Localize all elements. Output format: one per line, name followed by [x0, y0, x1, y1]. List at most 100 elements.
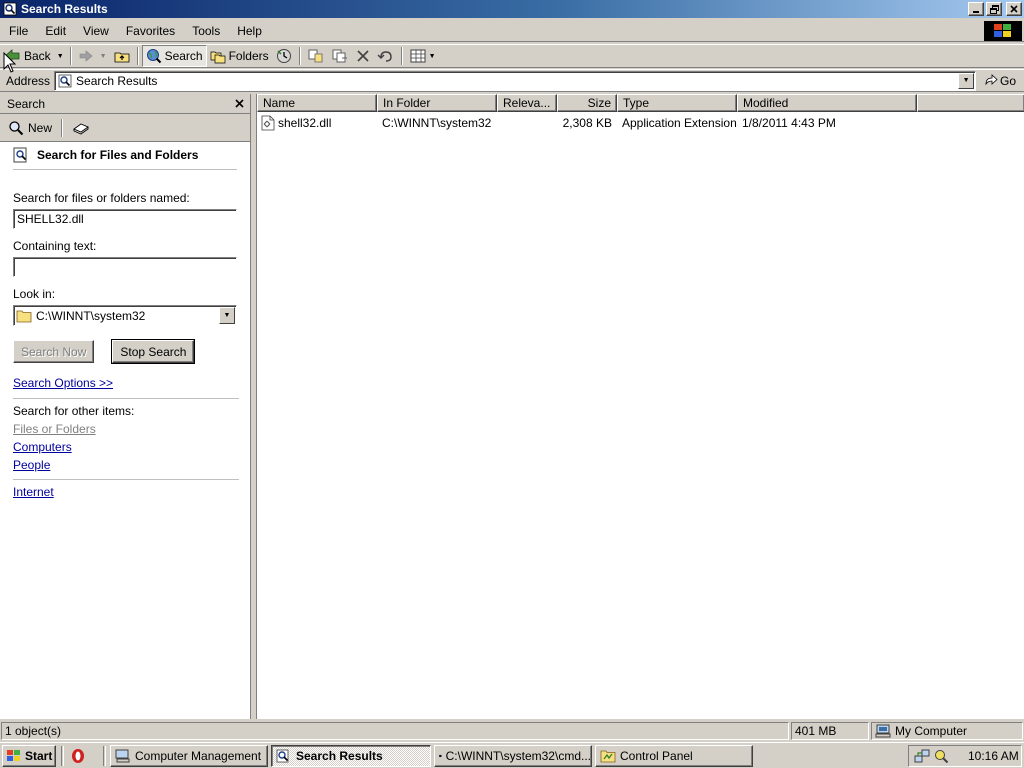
views-dropdown-icon: ▼	[428, 52, 436, 60]
history-icon	[276, 49, 291, 63]
quicklaunch-grip	[61, 745, 64, 766]
internet-link[interactable]: Internet	[13, 485, 54, 499]
title-bar[interactable]: Search Results	[0, 0, 1024, 18]
lookin-select[interactable]: C:\WINNT\system32 ▼	[13, 305, 237, 326]
standard-toolbar: Back ▼ ▼ Search Folders ▼	[0, 44, 1024, 68]
forward-button[interactable]	[75, 45, 97, 67]
containing-text-input[interactable]	[13, 257, 237, 277]
lookin-dropdown-button[interactable]: ▼	[219, 307, 235, 324]
task-label: Control Panel	[620, 748, 693, 763]
named-label: Search for files or folders named:	[13, 191, 190, 205]
task-label: C:\WINNT\system32\cmd...	[445, 748, 591, 763]
address-dropdown-button[interactable]: ▼	[958, 72, 975, 89]
move-to-icon	[308, 49, 323, 63]
clock[interactable]: 10:16 AM	[968, 749, 1019, 763]
undo-icon	[377, 51, 392, 62]
up-folder-icon	[114, 52, 129, 63]
folders-label: Folders	[228, 49, 269, 63]
minimize-button[interactable]	[968, 2, 984, 16]
task-label: Search Results	[296, 748, 383, 763]
search-now-button[interactable]: Search Now	[13, 340, 95, 363]
column-name[interactable]: Name	[257, 94, 377, 112]
search-help-button[interactable]	[69, 117, 93, 139]
search-options-link[interactable]: Search Options >>	[13, 376, 113, 390]
status-zone: My Computer	[871, 722, 1023, 740]
close-pane-button[interactable]	[235, 96, 244, 111]
search-tray-icon[interactable]	[933, 748, 949, 764]
folders-button[interactable]: Folders	[207, 45, 272, 67]
divider	[13, 398, 239, 399]
task-computer-management[interactable]: Computer Management	[110, 744, 268, 767]
forward-arrow-icon	[79, 50, 93, 62]
minimize-icon	[973, 11, 979, 13]
views-button[interactable]: ▼	[406, 45, 439, 67]
search-pane: Search New Search for Files and Folders …	[0, 94, 251, 719]
close-button[interactable]	[1006, 2, 1022, 16]
toolbar-separator	[61, 118, 64, 137]
menu-file[interactable]: File	[0, 20, 36, 42]
views-grid-icon	[410, 49, 426, 63]
copy-to-button[interactable]	[328, 45, 352, 67]
column-headers: Name In Folder Releva... Size Type Modif…	[257, 94, 1024, 112]
other-items-label: Search for other items:	[13, 404, 135, 418]
menu-edit[interactable]: Edit	[36, 20, 74, 42]
folders-icon	[210, 51, 225, 64]
search-heading-text: Search for Files and Folders	[37, 148, 199, 162]
new-label: New	[28, 120, 53, 135]
column-size[interactable]: Size	[557, 94, 617, 112]
search-globe-icon	[146, 49, 161, 64]
go-button[interactable]: Go	[984, 74, 1016, 88]
forward-dropdown-icon[interactable]: ▼	[100, 53, 107, 60]
quicklaunch-opera-button[interactable]	[67, 745, 89, 767]
status-objects: 1 object(s)	[1, 722, 789, 740]
search-pane-toolbar: New	[0, 114, 250, 142]
filename-input[interactable]: SHELL32.dll	[13, 209, 237, 229]
column-modified[interactable]: Modified	[737, 94, 917, 112]
task-label: Computer Management	[135, 748, 262, 763]
new-search-button[interactable]: New	[5, 117, 55, 139]
back-label: Back	[24, 49, 51, 63]
menu-tools[interactable]: Tools	[183, 20, 228, 42]
go-arrow-icon	[985, 73, 998, 85]
computers-link[interactable]: Computers	[13, 440, 72, 454]
menu-view[interactable]: View	[74, 20, 117, 42]
network-icon[interactable]	[914, 748, 930, 764]
search-files-icon	[13, 147, 27, 163]
task-cmd[interactable]: C:\ C:\WINNT\system32\cmd...	[434, 744, 592, 767]
my-computer-icon	[875, 724, 891, 738]
files-folders-link[interactable]: Files or Folders	[13, 422, 96, 436]
undo-button[interactable]	[374, 45, 398, 67]
menu-favorites[interactable]: Favorites	[117, 20, 183, 42]
search-results-icon	[58, 74, 72, 88]
divider	[13, 479, 239, 480]
task-search-results[interactable]: Search Results	[271, 744, 431, 767]
restore-button[interactable]	[986, 2, 1002, 16]
column-relevance[interactable]: Releva...	[497, 94, 557, 112]
delete-button[interactable]	[352, 45, 374, 67]
history-button[interactable]	[272, 45, 296, 67]
menu-bar: File Edit View Favorites Tools Help	[0, 20, 1024, 42]
address-input[interactable]: Search Results ▼	[54, 70, 977, 91]
menu-help[interactable]: Help	[228, 20, 270, 42]
close-icon	[235, 99, 244, 108]
task-control-panel[interactable]: Control Panel	[595, 744, 753, 767]
mouse-cursor-icon	[3, 52, 17, 73]
search-button[interactable]: Search	[141, 45, 207, 67]
people-link[interactable]: People	[13, 458, 50, 472]
up-folder-button[interactable]	[110, 45, 134, 67]
name-cell: shell32.dll	[257, 115, 377, 131]
start-button[interactable]: Start	[2, 744, 56, 767]
column-in-folder[interactable]: In Folder	[377, 94, 497, 112]
search-results-icon	[3, 2, 17, 16]
move-to-button[interactable]	[304, 45, 328, 67]
stop-search-button[interactable]: Stop Search	[111, 339, 196, 364]
modified-cell: 1/8/2011 4:43 PM	[742, 116, 836, 130]
dll-file-icon	[261, 115, 275, 131]
column-type[interactable]: Type	[617, 94, 737, 112]
status-bar: 1 object(s) 401 MB My Computer	[0, 721, 1024, 741]
back-dropdown-icon[interactable]: ▼	[57, 53, 64, 60]
toolbar-separator	[69, 47, 72, 65]
close-icon	[1010, 5, 1018, 13]
table-row[interactable]: shell32.dll C:\WINNT\system32 2,308 KB A…	[257, 114, 1024, 132]
search-form: Search for Files and Folders Search for …	[0, 147, 250, 501]
